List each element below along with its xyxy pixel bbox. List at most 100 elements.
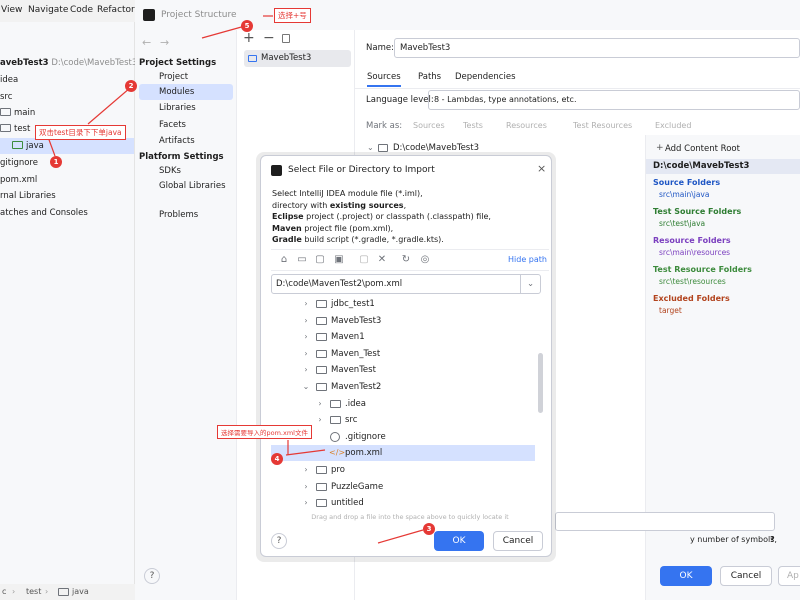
chevron-right-icon: › xyxy=(304,299,308,308)
test-resource-folder-path[interactable]: src\test\resources xyxy=(659,277,726,286)
home-icon[interactable]: ⌂ xyxy=(278,254,290,266)
mark-sources-button[interactable]: Sources xyxy=(413,121,445,130)
close-icon[interactable]: × xyxy=(537,162,546,175)
file-tree-row[interactable]: › Maven_Test xyxy=(271,346,543,362)
intellij-logo-icon xyxy=(271,165,282,176)
tree-item-libraries[interactable]: rnal Libraries xyxy=(0,188,56,204)
dialog-help-icon[interactable]: ? xyxy=(271,533,287,549)
file-tree-row[interactable]: › jdbc_test1 xyxy=(271,296,543,312)
nav-item-libraries[interactable]: Libraries xyxy=(139,100,233,116)
nav-item-artifacts[interactable]: Artifacts xyxy=(139,133,233,149)
file-tree-label: MavebTest3 xyxy=(331,315,382,326)
resource-folders-title: Resource Folders xyxy=(653,236,731,245)
mark-test-resources-button[interactable]: Test Resources xyxy=(573,121,632,130)
add-content-root-icon[interactable]: + xyxy=(656,143,664,153)
nav-item-modules[interactable]: Modules xyxy=(139,84,233,100)
mark-resources-button[interactable]: Resources xyxy=(506,121,547,130)
source-folder-path[interactable]: src\main\java xyxy=(659,190,709,199)
remove-icon[interactable]: − xyxy=(263,30,275,46)
desc-line-4: Maven project file (pom.xml), xyxy=(272,223,394,233)
ps-title: Project Structure xyxy=(161,10,237,20)
tab-paths[interactable]: Paths xyxy=(418,72,441,82)
file-tree-row[interactable]: › MavebTest3 xyxy=(271,313,543,329)
path-field[interactable]: D:\code\MavenTest2\pom.xml ⌄ xyxy=(271,274,541,294)
nav-item-sdks[interactable]: SDKs xyxy=(139,163,233,179)
hide-path-link[interactable]: Hide path xyxy=(508,255,547,264)
tree-root[interactable]: avebTest3 D:\code\MavebTest3 xyxy=(0,55,137,71)
help-icon[interactable]: ? xyxy=(144,568,160,584)
tab-sources[interactable]: Sources xyxy=(367,72,401,87)
show-hidden-icon[interactable]: ◎ xyxy=(419,254,431,266)
ps-cancel-button[interactable]: Cancel xyxy=(720,566,772,586)
file-tree-row[interactable]: › PuzzleGame xyxy=(271,479,543,495)
file-tree-row[interactable]: › .idea xyxy=(271,396,543,412)
hint-help-icon[interactable]: ? xyxy=(770,535,775,544)
language-level-select[interactable]: 8 - Lambdas, type annotations, etc. xyxy=(428,90,800,110)
dialog-cancel-button[interactable]: Cancel xyxy=(493,531,543,551)
file-tree-row[interactable]: › MavenTest xyxy=(271,362,543,378)
nav-item-project[interactable]: Project xyxy=(139,69,233,85)
nav-item-facets[interactable]: Facets xyxy=(139,117,233,133)
folder-icon xyxy=(316,366,327,375)
test-source-folder-path[interactable]: src\test\java xyxy=(659,219,705,228)
tree-item-idea[interactable]: idea xyxy=(0,72,18,88)
file-tree-row[interactable]: ⌄ MavenTest2 xyxy=(271,379,543,395)
tree-item-java[interactable]: java xyxy=(0,138,134,154)
excluded-folder-path[interactable]: target xyxy=(659,306,682,315)
forward-arrow-icon[interactable]: → xyxy=(160,36,169,49)
tab-dependencies[interactable]: Dependencies xyxy=(455,72,516,82)
folder-icon xyxy=(316,383,327,391)
ps-ok-button[interactable]: OK xyxy=(660,566,712,586)
folder-icon xyxy=(316,466,327,474)
tree-item-src[interactable]: src xyxy=(0,89,12,105)
project-folder-icon[interactable]: ▢ xyxy=(314,254,326,266)
nav-item-global-libraries[interactable]: Global Libraries xyxy=(139,178,233,194)
excluded-folders-title: Excluded Folders xyxy=(653,294,730,303)
chevron-right-icon: › xyxy=(304,481,308,491)
status-crumb-2[interactable]: test xyxy=(26,584,41,600)
module-item[interactable]: MavebTest3 xyxy=(244,50,351,67)
name-field[interactable]: MavebTest3 xyxy=(394,38,800,58)
chevron-down-icon[interactable]: ⌄ xyxy=(520,275,540,293)
add-content-root-button[interactable]: Add Content Root xyxy=(665,144,740,154)
status-crumb-3[interactable]: java xyxy=(72,584,89,600)
copy-icon[interactable] xyxy=(282,34,290,43)
back-arrow-icon[interactable]: ← xyxy=(142,36,151,49)
module-folder-icon[interactable]: ▣ xyxy=(333,254,345,266)
drag-hint: Drag and drop a file into the space abov… xyxy=(311,513,509,521)
add-icon[interactable]: + xyxy=(243,30,255,46)
new-folder-icon[interactable]: ▢ xyxy=(358,254,370,266)
resource-folder-path[interactable]: src\main\resources xyxy=(659,248,730,257)
tree-item-scratches[interactable]: atches and Consoles xyxy=(0,205,88,221)
chevron-down-icon[interactable]: ⌄ xyxy=(367,143,374,152)
tree-item-main[interactable]: main xyxy=(0,105,35,121)
dialog-ok-button[interactable]: OK xyxy=(434,531,484,551)
path-value: D:\code\MavenTest2\pom.xml xyxy=(276,279,403,289)
file-tree-row[interactable]: › pro xyxy=(271,462,543,478)
refresh-icon[interactable]: ↻ xyxy=(400,254,412,266)
tree-item-pom[interactable]: pom.xml xyxy=(0,172,37,188)
mark-tests-button[interactable]: Tests xyxy=(463,121,483,130)
status-crumb-1[interactable]: c xyxy=(2,584,6,600)
tree-item-gitignore[interactable]: gitignore xyxy=(0,155,38,171)
menu-refactor[interactable]: Refactor xyxy=(97,5,135,15)
file-tree-label: Maven_Test xyxy=(331,348,381,359)
menu-navigate[interactable]: Navigate xyxy=(28,5,68,15)
file-tree-row-selected[interactable]: </> pom.xml xyxy=(271,445,535,462)
pattern-field[interactable] xyxy=(555,512,775,531)
file-tree-row[interactable]: › Maven1 xyxy=(271,329,543,345)
menu-code[interactable]: Code xyxy=(70,5,93,15)
menu-view[interactable]: View xyxy=(1,5,22,15)
chevron-right-icon: › xyxy=(45,587,49,596)
folder-icon xyxy=(378,144,388,152)
ps-apply-button[interactable]: Ap xyxy=(778,566,800,586)
file-tree-label: MavenTest xyxy=(331,365,376,376)
tree-scrollbar[interactable] xyxy=(538,353,543,413)
mark-excluded-button[interactable]: Excluded xyxy=(655,121,691,130)
file-tree-row[interactable]: › untitled xyxy=(271,495,543,511)
desktop-icon[interactable]: ▭ xyxy=(296,254,308,266)
nav-item-problems[interactable]: Problems xyxy=(139,207,233,223)
tree-item-test[interactable]: test xyxy=(0,121,30,137)
ignore-file-icon xyxy=(330,431,340,442)
delete-icon[interactable]: ✕ xyxy=(376,254,388,266)
